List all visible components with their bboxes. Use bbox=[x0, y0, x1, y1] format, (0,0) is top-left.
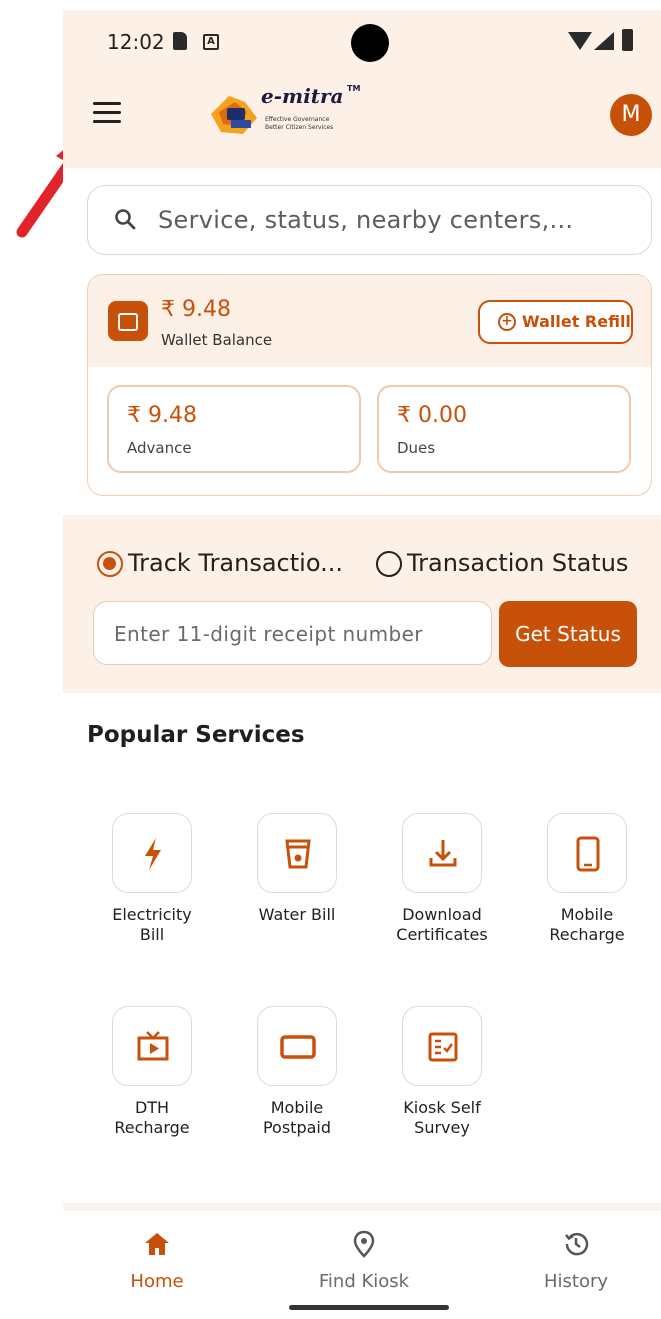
track-transaction-section: Track Transactio... Transaction Status E… bbox=[63, 515, 661, 693]
water-glass-icon bbox=[285, 839, 311, 869]
service-label-line-2: Postpaid bbox=[262, 1118, 332, 1137]
service-label-line-1: Download bbox=[402, 905, 482, 924]
service-tile bbox=[402, 1006, 482, 1086]
radio-track-transaction-label[interactable]: Track Transactio... bbox=[128, 549, 343, 577]
phone-screen: 12:02 A e-mitra TM Effective Governance … bbox=[63, 10, 661, 1319]
wifi-icon bbox=[568, 32, 592, 50]
service-mobile-postpaid[interactable]: Mobile Postpaid bbox=[237, 1006, 357, 1138]
download-icon bbox=[429, 840, 457, 867]
radio-transaction-status[interactable] bbox=[376, 551, 402, 577]
service-label: DTH Recharge bbox=[92, 1098, 212, 1138]
service-label-line-2: Recharge bbox=[549, 925, 625, 944]
dues-label: Dues bbox=[397, 439, 436, 457]
plus-circle-icon: + bbox=[498, 313, 516, 331]
wallet-header: ₹ 9.48 Wallet Balance + Wallet Refill bbox=[88, 275, 651, 367]
service-tile bbox=[257, 813, 337, 893]
service-electricity-bill[interactable]: Electricity Bill bbox=[92, 813, 212, 945]
logo-tagline-line-1: Effective Governance bbox=[265, 116, 330, 123]
survey-checklist-icon bbox=[428, 1032, 458, 1062]
service-download-certificates[interactable]: Download Certificates bbox=[382, 813, 502, 945]
search-icon bbox=[115, 209, 136, 230]
history-icon bbox=[565, 1232, 589, 1256]
advance-amount: ₹ 9.48 bbox=[127, 403, 197, 428]
service-label: Electricity Bill bbox=[92, 905, 212, 945]
status-time: 12:02 bbox=[107, 30, 165, 54]
lightning-icon bbox=[145, 838, 161, 870]
dues-amount: ₹ 0.00 bbox=[397, 403, 467, 428]
nav-history[interactable]: History bbox=[516, 1229, 636, 1292]
service-kiosk-self-survey[interactable]: Kiosk Self Survey bbox=[382, 1006, 502, 1138]
service-label-line-2: Certificates bbox=[396, 925, 488, 944]
camera-cutout bbox=[351, 24, 389, 62]
wallet-icon bbox=[108, 301, 148, 341]
logo-title: e-mitra bbox=[261, 84, 344, 108]
radio-transaction-status-label[interactable]: Transaction Status bbox=[407, 549, 628, 577]
app-header: 12:02 A e-mitra TM Effective Governance … bbox=[63, 10, 661, 168]
emitra-logo: e-mitra TM Effective Governance Better C… bbox=[203, 80, 373, 152]
logo-tagline: Effective Governance Better Citizen Serv… bbox=[265, 116, 333, 132]
receipt-placeholder: Enter 11-digit receipt number bbox=[114, 622, 423, 646]
wallet-refill-label: Wallet Refill bbox=[522, 312, 631, 331]
logo-tm: TM bbox=[347, 84, 361, 93]
service-label: Mobile Recharge bbox=[527, 905, 647, 945]
wallet-balance-label: Wallet Balance bbox=[161, 331, 273, 349]
service-label-line-1: Mobile bbox=[270, 1098, 324, 1117]
service-label: Kiosk Self Survey bbox=[382, 1098, 502, 1138]
service-label-line-2: Survey bbox=[414, 1118, 470, 1137]
emitra-logo-graphic-icon bbox=[211, 96, 257, 134]
service-label-line-1: Mobile bbox=[560, 905, 614, 924]
popular-services-title: Popular Services bbox=[87, 722, 305, 748]
advance-label: Advance bbox=[127, 439, 192, 457]
notification-a-icon: A bbox=[203, 34, 219, 50]
nav-home[interactable]: Home bbox=[97, 1229, 217, 1292]
service-tile bbox=[547, 813, 627, 893]
wallet-balance-amount: ₹ 9.48 bbox=[161, 297, 231, 322]
service-label: Download Certificates bbox=[382, 905, 502, 945]
service-label-line-1: Kiosk Self bbox=[403, 1098, 481, 1117]
sd-card-icon bbox=[173, 32, 187, 50]
service-label-line-1: Water Bill bbox=[258, 905, 336, 924]
smartphone-icon bbox=[576, 836, 600, 872]
avatar[interactable]: M bbox=[610, 94, 652, 136]
wallet-refill-button[interactable]: + Wallet Refill bbox=[478, 300, 633, 344]
radio-track-transaction[interactable] bbox=[97, 551, 123, 577]
wallet-card: ₹ 9.48 Wallet Balance + Wallet Refill ₹ … bbox=[87, 274, 652, 496]
get-status-button[interactable]: Get Status bbox=[499, 601, 637, 667]
service-label: Mobile Postpaid bbox=[237, 1098, 357, 1138]
tv-icon bbox=[137, 1031, 169, 1061]
logo-tagline-line-2: Better Citizen Services bbox=[265, 124, 334, 131]
device-icon bbox=[280, 1035, 316, 1059]
location-pin-icon bbox=[353, 1230, 375, 1258]
advance-card[interactable]: ₹ 9.48 Advance bbox=[107, 385, 361, 473]
service-label-line-1: DTH bbox=[134, 1098, 170, 1117]
service-label-line-2: Bill bbox=[139, 925, 165, 944]
search-placeholder: Service, status, nearby centers,... bbox=[158, 206, 574, 234]
bottom-nav: Home Find Kiosk History bbox=[63, 1203, 661, 1319]
dues-card[interactable]: ₹ 0.00 Dues bbox=[377, 385, 631, 473]
service-tile bbox=[112, 1006, 192, 1086]
cell-signal-icon bbox=[594, 32, 614, 50]
service-label: Water Bill bbox=[237, 905, 357, 925]
service-label-line-1: Electricity bbox=[112, 905, 192, 924]
nav-find-kiosk-label: Find Kiosk bbox=[318, 1271, 410, 1292]
home-indicator[interactable] bbox=[289, 1305, 449, 1310]
service-water-bill[interactable]: Water Bill bbox=[237, 813, 357, 925]
hamburger-menu-icon[interactable] bbox=[93, 102, 127, 128]
service-tile bbox=[112, 813, 192, 893]
service-dth-recharge[interactable]: DTH Recharge bbox=[92, 1006, 212, 1138]
nav-find-kiosk[interactable]: Find Kiosk bbox=[304, 1229, 424, 1292]
service-tile bbox=[257, 1006, 337, 1086]
service-mobile-recharge[interactable]: Mobile Recharge bbox=[527, 813, 647, 945]
service-tile bbox=[402, 813, 482, 893]
nav-home-label: Home bbox=[130, 1271, 184, 1292]
nav-history-label: History bbox=[543, 1271, 609, 1292]
search-input[interactable]: Service, status, nearby centers,... bbox=[87, 185, 652, 255]
battery-icon bbox=[622, 29, 633, 51]
receipt-number-input[interactable]: Enter 11-digit receipt number bbox=[93, 601, 492, 665]
home-icon bbox=[145, 1233, 169, 1255]
service-label-line-2: Recharge bbox=[114, 1118, 190, 1137]
